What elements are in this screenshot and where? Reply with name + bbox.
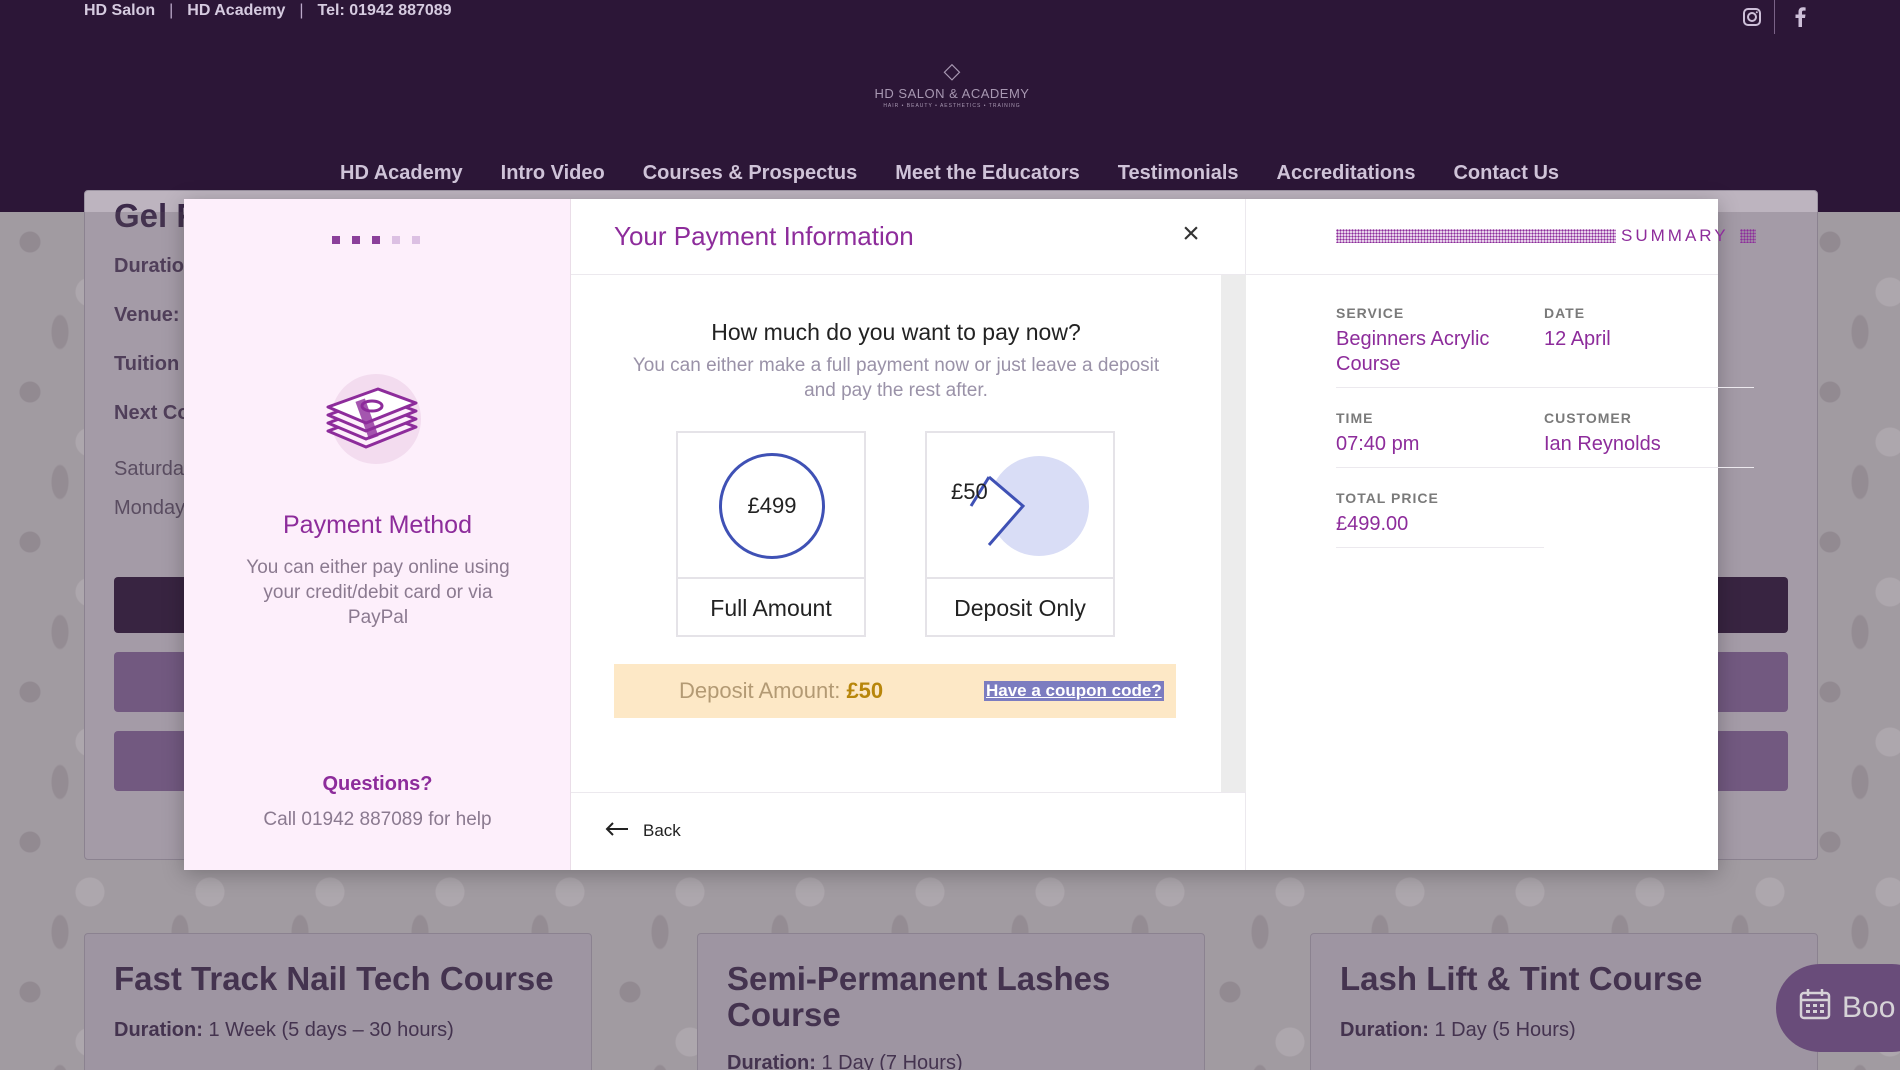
- summary-title: SUMMARY: [1621, 226, 1729, 245]
- option-graphic: £50: [927, 433, 1113, 579]
- top-link-hd-academy[interactable]: HD Academy: [187, 2, 285, 20]
- summary-header: SUMMARY: [1246, 199, 1756, 275]
- modal-summary-pane: SUMMARY SERVICE Beginners Acrylic Course…: [1246, 199, 1756, 870]
- site-logo[interactable]: ◇ HD SALON & ACADEMY HAIR • BEAUTY • AES…: [872, 58, 1032, 110]
- payment-method-title: Payment Method: [283, 511, 472, 539]
- payment-method-description: You can either pay online using your cre…: [246, 557, 510, 628]
- top-link-hd-salon[interactable]: HD Salon: [84, 2, 155, 20]
- nav-item-courses[interactable]: Courses & Prospectus: [643, 162, 858, 185]
- deposit-only-option[interactable]: £50 Deposit Only: [925, 431, 1115, 637]
- dotted-divider: [1336, 229, 1616, 243]
- scrollbar[interactable]: [1221, 275, 1246, 792]
- summary-date: DATE 12 April: [1544, 305, 1752, 377]
- questions-title: Questions?: [322, 773, 433, 795]
- full-amount-value: £499: [747, 493, 797, 518]
- full-amount-option[interactable]: £499 Full Amount: [676, 431, 866, 637]
- diamond-icon: ◇: [943, 58, 961, 83]
- summary-label: DATE: [1544, 305, 1586, 321]
- payment-header: Your Payment Information ×: [571, 199, 1245, 275]
- payment-title: Your Payment Information: [614, 221, 914, 251]
- modal-left-pane: Payment Method You can either pay online…: [184, 199, 571, 870]
- nav-item-contact[interactable]: Contact Us: [1453, 162, 1559, 185]
- summary-label: TOTAL PRICE: [1336, 490, 1439, 506]
- logo-tagline: HAIR • BEAUTY • AESTHETICS • TRAINING: [883, 103, 1021, 109]
- payment-question-description: You can either make a full payment now o…: [632, 355, 1160, 401]
- deposit-amount-bar: Deposit Amount: £50 Have a coupon code?: [614, 664, 1176, 718]
- step-dot: [372, 236, 380, 244]
- summary-customer: CUSTOMER Ian Reynolds: [1544, 410, 1752, 457]
- summary-row: TOTAL PRICE £499.00: [1336, 490, 1544, 548]
- top-link-phone[interactable]: Tel: 01942 887089: [318, 2, 452, 20]
- step-dot: [392, 236, 400, 244]
- questions-phone: Call 01942 887089 for help: [263, 809, 492, 830]
- close-icon[interactable]: ×: [1177, 219, 1205, 249]
- deposit-amount-value: £50: [951, 479, 988, 504]
- main-nav: HD Academy Intro Video Courses & Prospec…: [340, 162, 1559, 185]
- deposit-only-label: Deposit Only: [954, 595, 1086, 621]
- summary-value: Ian Reynolds: [1544, 433, 1661, 455]
- summary-label: CUSTOMER: [1544, 410, 1632, 426]
- summary-value: 12 April: [1544, 328, 1611, 350]
- option-graphic: £499: [678, 433, 864, 579]
- divider: |: [299, 2, 304, 19]
- nav-item-accreditations[interactable]: Accreditations: [1277, 162, 1416, 185]
- summary-value: £499.00: [1336, 513, 1409, 535]
- payment-question: How much do you want to pay now?: [711, 319, 1081, 345]
- money-stack-icon: [316, 369, 426, 469]
- summary-row: TIME 07:40 pm CUSTOMER Ian Reynolds: [1336, 410, 1754, 468]
- full-amount-label: Full Amount: [710, 595, 832, 621]
- summary-details: SERVICE Beginners Acrylic Course DATE 12…: [1336, 305, 1754, 570]
- nav-item-intro-video[interactable]: Intro Video: [501, 162, 605, 185]
- deposit-pie-icon: [969, 456, 1089, 556]
- facebook-icon[interactable]: [1774, 0, 1807, 34]
- deposit-amount-label: Deposit Amount:: [679, 678, 841, 703]
- back-label: Back: [643, 821, 681, 840]
- full-amount-circle: £499: [719, 453, 825, 559]
- summary-label: TIME: [1336, 410, 1374, 426]
- top-links: HD Salon | HD Academy | Tel: 01942 88708…: [84, 2, 452, 20]
- deposit-amount-total: £50: [846, 678, 884, 703]
- step-indicator: [332, 236, 420, 244]
- nav-item-educators[interactable]: Meet the Educators: [895, 162, 1079, 185]
- summary-value: Beginners Acrylic Course: [1336, 328, 1490, 375]
- summary-label: SERVICE: [1336, 305, 1405, 321]
- booking-modal: Payment Method You can either pay online…: [184, 199, 1756, 870]
- step-dot: [352, 236, 360, 244]
- back-button[interactable]: Back: [605, 821, 681, 841]
- summary-total-price: TOTAL PRICE £499.00: [1336, 490, 1544, 537]
- divider: |: [169, 2, 174, 19]
- nav-item-hd-academy[interactable]: HD Academy: [340, 162, 463, 185]
- nav-item-testimonials[interactable]: Testimonials: [1118, 162, 1239, 185]
- coupon-code-link[interactable]: Have a coupon code?: [984, 681, 1164, 701]
- site-header: HD Salon | HD Academy | Tel: 01942 88708…: [0, 0, 1900, 212]
- logo-name: HD SALON & ACADEMY: [874, 86, 1030, 101]
- step-dot: [332, 236, 340, 244]
- instagram-icon[interactable]: [1742, 0, 1762, 34]
- modal-payment-pane: Your Payment Information × How much do y…: [571, 199, 1246, 870]
- step-dot: [412, 236, 420, 244]
- summary-value: 07:40 pm: [1336, 433, 1420, 455]
- summary-time: TIME 07:40 pm: [1336, 410, 1544, 457]
- summary-service: SERVICE Beginners Acrylic Course: [1336, 305, 1544, 377]
- payment-footer: Back: [571, 792, 1246, 870]
- arrow-left-icon: [605, 821, 629, 841]
- summary-row: SERVICE Beginners Acrylic Course DATE 12…: [1336, 305, 1754, 388]
- dotted-divider: [1740, 229, 1756, 243]
